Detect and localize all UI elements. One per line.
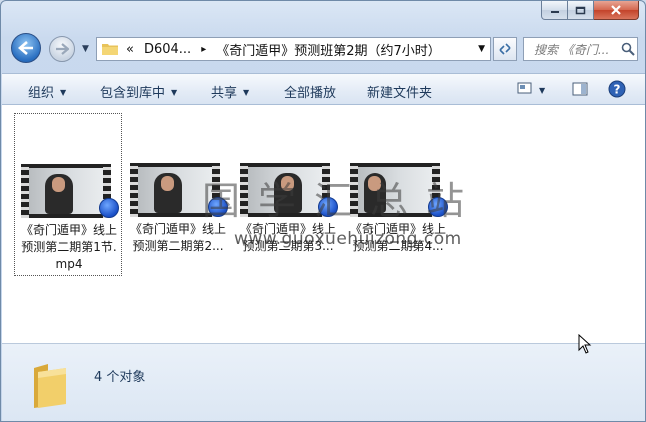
folder-icon xyxy=(102,44,118,55)
back-button[interactable] xyxy=(11,33,41,63)
chevron-down-icon: ▼ xyxy=(171,88,178,97)
item-count: 4 个对象 xyxy=(94,370,146,385)
address-dropdown[interactable]: ▼ xyxy=(478,44,485,54)
include-library-label: 包含到库中 xyxy=(100,86,166,101)
minimize-button[interactable] xyxy=(541,1,568,20)
refresh-icon xyxy=(499,43,511,55)
close-icon xyxy=(611,5,621,15)
organize-menu[interactable]: 组织 ▼ xyxy=(28,82,66,101)
share-label: 共享 xyxy=(211,86,238,101)
maximize-icon xyxy=(575,6,586,14)
view-icon xyxy=(517,82,532,94)
preview-pane-button[interactable] xyxy=(572,81,588,101)
share-menu[interactable]: 共享 ▼ xyxy=(211,82,249,101)
forward-button[interactable] xyxy=(49,36,75,62)
preview-pane-icon xyxy=(572,82,588,96)
back-arrow-icon xyxy=(18,41,33,55)
file-item-1[interactable]: 《奇门遁甲》线上 预测第二期第1节. mp4 xyxy=(14,113,122,276)
play-all-label: 全部播放 xyxy=(284,86,337,101)
mouse-cursor-icon xyxy=(578,334,592,354)
address-prefix[interactable]: « xyxy=(126,42,134,57)
maximize-button[interactable] xyxy=(568,1,594,20)
new-folder-button[interactable]: 新建文件夹 xyxy=(367,82,432,101)
media-player-icon xyxy=(99,198,119,218)
organize-label: 组织 xyxy=(28,86,55,101)
include-in-library-menu[interactable]: 包含到库中 ▼ xyxy=(100,82,177,101)
folder-icon xyxy=(34,364,66,408)
address-separator[interactable]: ▸ xyxy=(201,44,206,55)
search-icon[interactable] xyxy=(621,42,635,56)
caption-buttons xyxy=(541,1,639,20)
chevron-down-icon: ▼ xyxy=(243,88,250,97)
file-name-line: 预测第二期第2... xyxy=(132,239,224,253)
explorer-window: ▼ « D604... ▸ 《奇门遁甲》预测班第2期（约7小时） ▼ 搜索 《奇… xyxy=(0,0,646,422)
address-segment-folder[interactable]: 《奇门遁甲》预测班第2期（约7小时） xyxy=(216,40,441,59)
chevron-down-icon: ▼ xyxy=(60,88,67,97)
refresh-button[interactable] xyxy=(493,37,517,61)
new-folder-label: 新建文件夹 xyxy=(367,86,433,101)
minimize-icon xyxy=(550,11,559,13)
file-name-line: mp4 xyxy=(55,257,83,271)
vertical-scrollbar[interactable] xyxy=(627,105,645,343)
chevron-down-icon: ▼ xyxy=(539,86,546,95)
help-button[interactable]: ? xyxy=(608,80,626,102)
watermark-url: www.guoxuehuizong.com xyxy=(234,229,462,249)
file-name: 《奇门遁甲》线上 预测第二期第1节. mp4 xyxy=(15,222,123,273)
view-options-button[interactable]: ▼ xyxy=(517,81,545,99)
svg-text:?: ? xyxy=(614,83,621,97)
address-bar[interactable]: « D604... ▸ 《奇门遁甲》预测班第2期（约7小时） ▼ xyxy=(96,37,491,61)
search-box[interactable]: 搜索 《奇门... xyxy=(523,37,638,61)
navigation-bar: ▼ « D604... ▸ 《奇门遁甲》预测班第2期（约7小时） ▼ 搜索 《奇… xyxy=(1,31,645,69)
recent-pages-dropdown[interactable]: ▼ xyxy=(82,44,89,54)
details-pane: 4 个对象 xyxy=(2,343,645,421)
file-name: 《奇门遁甲》线上 预测第二期第2... xyxy=(124,221,232,255)
play-all-button[interactable]: 全部播放 xyxy=(284,82,336,101)
close-button[interactable] xyxy=(594,1,639,20)
file-list-area[interactable]: 《奇门遁甲》线上 预测第二期第1节. mp4 《奇门遁甲》线上 预测第二期第2.… xyxy=(2,105,627,343)
search-input[interactable]: 搜索 《奇门... xyxy=(534,41,619,58)
help-icon: ? xyxy=(608,80,626,98)
address-segment-drive[interactable]: D604... xyxy=(144,42,191,57)
file-name-line: 《奇门遁甲》线上 xyxy=(20,223,117,237)
file-name-line: 预测第二期第1节. xyxy=(21,240,117,254)
watermark-text: 国学汇总站 xyxy=(202,179,483,223)
command-bar: 组织 ▼ 包含到库中 ▼ 共享 ▼ 全部播放 新建文件夹 ▼ ? xyxy=(2,73,645,105)
forward-arrow-icon xyxy=(56,43,69,55)
video-thumbnail xyxy=(21,164,111,218)
